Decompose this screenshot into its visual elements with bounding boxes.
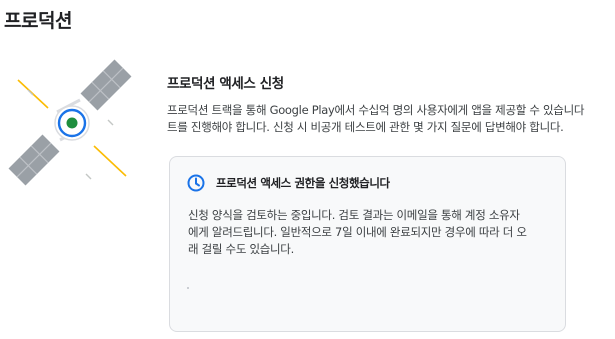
satellite-icon: [8, 59, 132, 186]
status-body-line: 에게 알려드립니다. 일반적으로 7일 이내에 완료되지만 경우에 따라 더 오: [188, 225, 527, 239]
satellite-illustration: [0, 50, 140, 200]
status-body-line: 래 걸릴 수도 있습니다.: [188, 242, 294, 256]
section-description: 프로덕션 트랙을 통해 Google Play에서 수십억 명의 사용자에게 앱…: [167, 102, 615, 136]
section-description-line: 프로덕션 트랙을 통해 Google Play에서 수십억 명의 사용자에게 앱…: [167, 103, 585, 117]
production-access-section: 프로덕션 액세스 신청 프로덕션 트랙을 통해 Google Play에서 수십…: [167, 72, 615, 136]
status-title: 프로덕션 액세스 권한을 신청했습니다: [216, 176, 390, 190]
clock-icon: [186, 173, 206, 193]
application-status-card: 프로덕션 액세스 권한을 신청했습니다 신청 양식을 검토하는 중입니다. 검토…: [169, 156, 566, 332]
decorative-dot: [187, 287, 189, 289]
section-description-line: 트를 진행해야 합니다. 신청 시 비공개 테스트에 관한 몇 가지 질문에 답…: [167, 120, 564, 134]
status-header: 프로덕션 액세스 권한을 신청했습니다: [186, 173, 390, 193]
status-body: 신청 양식을 검토하는 중입니다. 검토 결과는 이메일을 통해 계정 소유자 …: [188, 207, 558, 258]
page-title: 프로덕션: [4, 10, 72, 32]
section-title: 프로덕션 액세스 신청: [167, 76, 284, 92]
status-body-line: 신청 양식을 검토하는 중입니다. 검토 결과는 이메일을 통해 계정 소유자: [188, 208, 520, 222]
